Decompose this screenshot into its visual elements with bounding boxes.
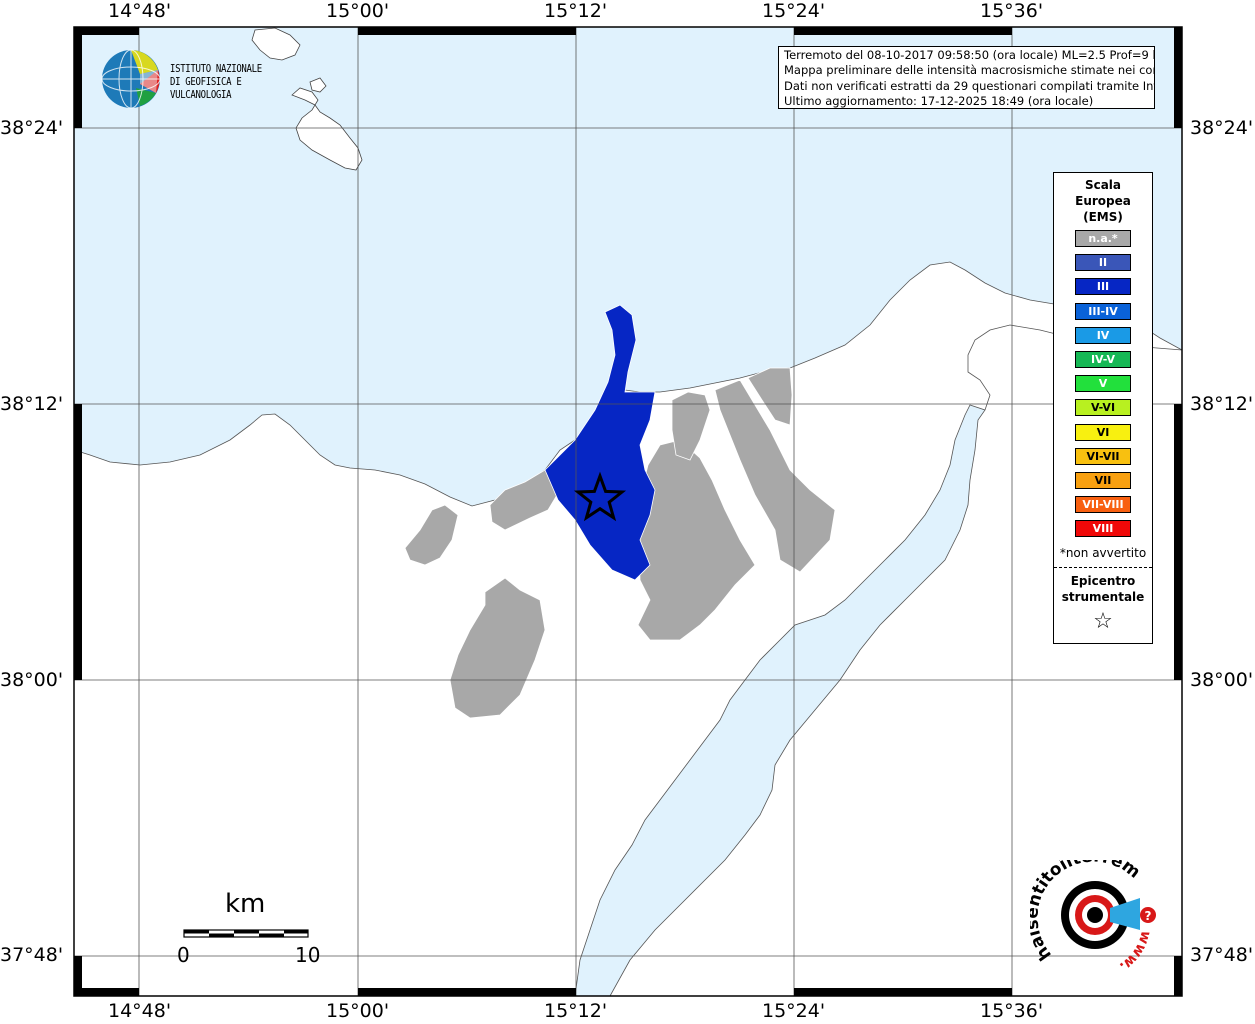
lon-label-bottom-2: 15°00' [326, 1000, 390, 1022]
lat-label-left-3: 38°00' [0, 669, 64, 691]
lat-label-right-3: 38°00' [1190, 669, 1254, 691]
legend-title: Scala Europea (EMS) [1054, 177, 1152, 225]
ingv-line1: ISTITUTO NAZIONALE [170, 62, 262, 75]
lon-label-top-3: 15°12' [544, 0, 608, 22]
legend-epicentre-label: Epicentro strumentale [1054, 573, 1152, 605]
lon-label-bottom-5: 15°36' [980, 1000, 1044, 1022]
lat-label-right-1: 38°24' [1190, 117, 1254, 139]
svg-text:www.: www. [1116, 929, 1154, 975]
lon-label-top-4: 15°24' [762, 0, 826, 22]
legend-note: *non avvertito [1059, 546, 1147, 560]
svg-text:?: ? [1145, 909, 1152, 923]
lat-label-left-2: 38°12' [0, 393, 64, 415]
info-line-2: Mappa preliminare delle intensità macros… [784, 63, 1155, 78]
legend-title-1: Scala [1084, 178, 1122, 192]
info-line-4: Ultimo aggiornamento: 17-12-2025 18:49 (… [784, 93, 1094, 108]
globe-icon [101, 49, 161, 109]
lon-label-bottom-3: 15°12' [544, 1000, 608, 1022]
legend-title-2: Europea [1075, 194, 1131, 208]
lat-label-right-4: 37°48' [1190, 944, 1254, 966]
epicentre-star-icon: ☆ [1093, 609, 1113, 634]
legend-item-12: VII-VIII [1075, 496, 1131, 514]
legend-item-5: IV [1075, 326, 1131, 344]
scale-max: 10 [295, 943, 321, 967]
lon-label-top-5: 15°36' [980, 0, 1044, 22]
scale-bar [183, 929, 309, 938]
scale-min: 0 [177, 943, 190, 967]
legend-separator [1054, 567, 1152, 568]
haisentito-www: www. [1116, 929, 1154, 975]
legend-item-13: VIII [1075, 520, 1131, 538]
lat-label-left-4: 37°48' [0, 944, 64, 966]
legend-item-2: II [1075, 254, 1131, 272]
legend-item-7: V [1075, 375, 1131, 393]
haisentito-logo: ? haisentitoilterremoto.it www. [1022, 845, 1165, 975]
event-info-box: Terremoto del 08-10-2017 09:58:50 (ora l… [778, 46, 1155, 109]
ingv-logo: ISTITUTO NAZIONALE DI GEOFISICA E VULCAN… [100, 48, 330, 109]
lon-label-top-2: 15°00' [326, 0, 390, 22]
seismometer-icon: ? haisentitoilterremoto.it www. [1022, 845, 1156, 975]
lon-label-bottom-4: 15°24' [762, 1000, 826, 1022]
info-line-3: Dati non verificati estratti da 29 quest… [784, 78, 1155, 93]
lat-label-left-1: 38°24' [0, 117, 64, 139]
legend-title-3: (EMS) [1083, 210, 1123, 224]
info-line-1: Terremoto del 08-10-2017 09:58:50 (ora l… [784, 48, 1155, 62]
ingv-line2: DI GEOFISICA E VULCANOLOGIA [170, 75, 242, 101]
legend-item-10: VI-VII [1075, 447, 1131, 465]
legend-item-1: n.a.* [1075, 230, 1131, 247]
legend-item-9: VI [1075, 423, 1131, 441]
legend-item-3: III [1075, 278, 1131, 296]
ems-legend: Scala Europea (EMS) n.a.* II III III-IV IV IV… [1053, 172, 1153, 644]
legend-item-8: V-VI [1075, 399, 1131, 417]
legend-epicentre-1: Epicentro [1070, 574, 1136, 588]
scale-unit: km [225, 889, 266, 919]
lat-label-right-2: 38°12' [1190, 393, 1254, 415]
lon-label-top-1: 14°48' [108, 0, 172, 22]
legend-item-11: VII [1075, 472, 1131, 489]
legend-epicentre-2: strumentale [1061, 590, 1145, 604]
lon-label-bottom-1: 14°48' [108, 1000, 172, 1022]
legend-item-6: IV-V [1075, 351, 1131, 368]
legend-item-4: III-IV [1075, 302, 1131, 320]
